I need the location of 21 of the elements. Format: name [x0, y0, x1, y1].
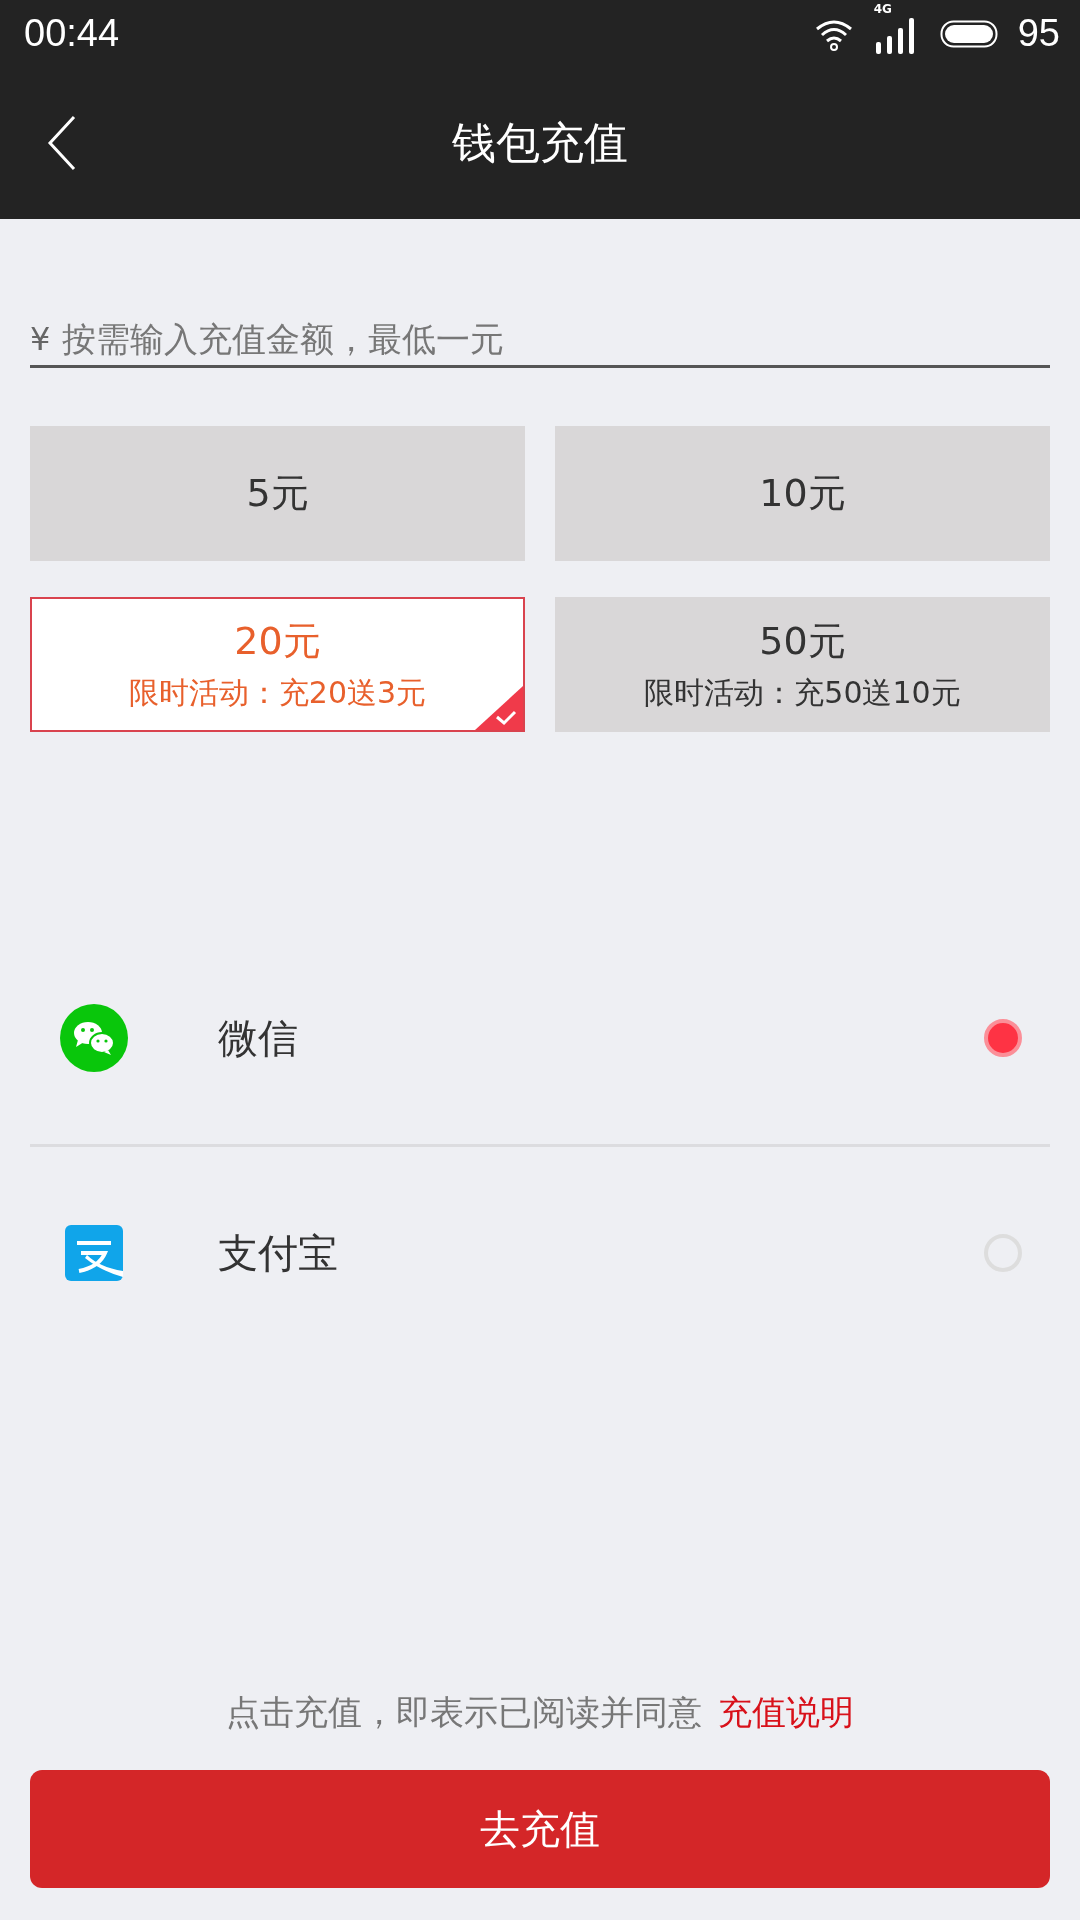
amount-input[interactable]: 按需输入充值金额，最低一元 [62, 319, 1050, 359]
payment-option[interactable]: 微信 [30, 932, 1050, 1144]
back-icon[interactable] [46, 115, 78, 171]
currency-symbol: ¥ [30, 320, 51, 358]
agreement-text: 点击充值，即表示已阅读并同意 充值说明 [224, 1691, 856, 1734]
check-icon [475, 686, 523, 730]
radio-button[interactable] [984, 1019, 1022, 1057]
payment-option[interactable]: 支付宝 [30, 1147, 1050, 1359]
network-label: 4G [873, 1, 892, 16]
payment-label: 微信 [218, 1013, 299, 1063]
amount-option[interactable]: 10元 [555, 426, 1050, 561]
recharge-button[interactable]: 去充值 [30, 1770, 1050, 1888]
status-time: 00:44 [24, 12, 120, 55]
amount-option[interactable]: 50元 限时活动：充50送10元 [555, 597, 1050, 732]
battery-level: 95 [1017, 12, 1060, 55]
chat-bubbles-icon [60, 1004, 128, 1072]
battery-icon [939, 19, 998, 48]
page-title: 钱包充值 [452, 115, 628, 170]
recharge-terms-link[interactable]: 充值说明 [718, 1692, 855, 1732]
amount-option[interactable]: 5元 [30, 426, 525, 561]
payment-label: 支付宝 [218, 1228, 339, 1278]
